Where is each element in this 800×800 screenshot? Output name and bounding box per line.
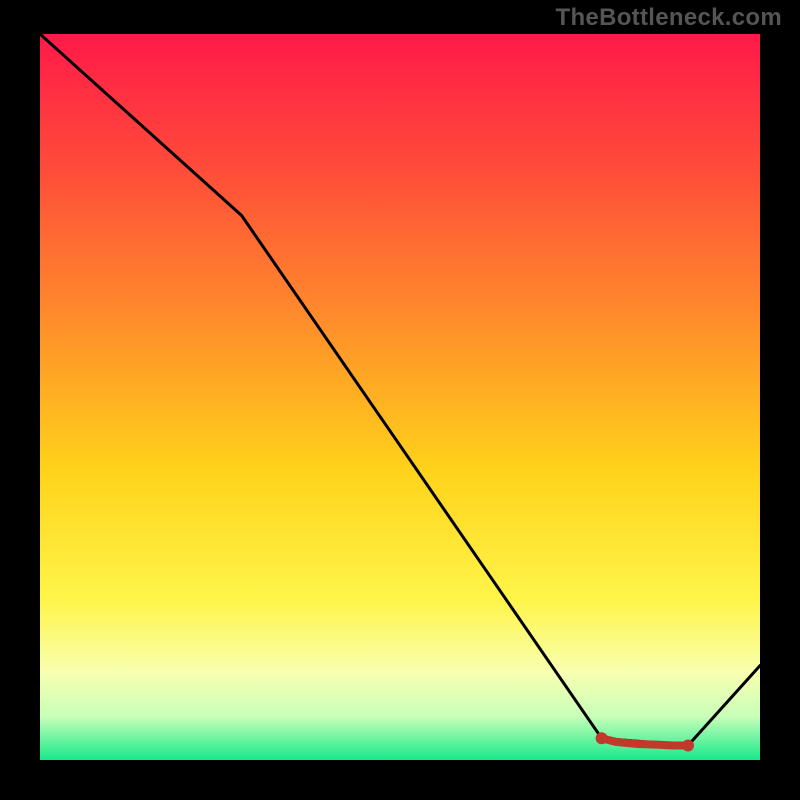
chart-container: TheBottleneck.com bbox=[0, 0, 800, 800]
watermark-text: TheBottleneck.com bbox=[556, 4, 782, 32]
chart-svg bbox=[40, 34, 760, 760]
plot-area bbox=[40, 34, 760, 760]
gradient-background bbox=[40, 34, 760, 760]
marker-dot bbox=[596, 732, 608, 744]
marker-dot bbox=[682, 740, 694, 752]
